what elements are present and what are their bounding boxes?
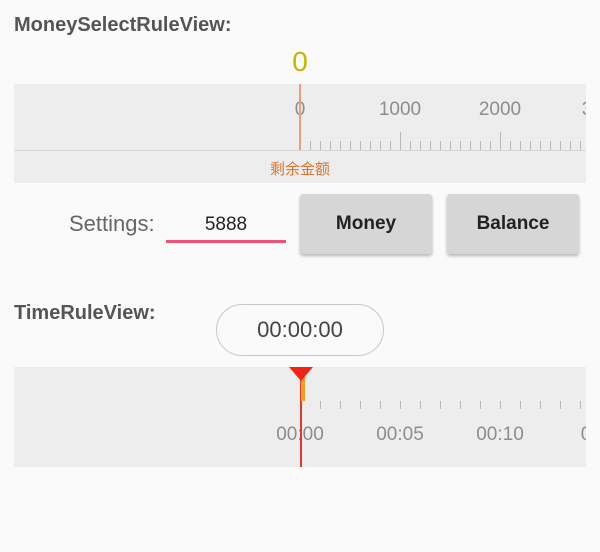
money-ruler-label: 1000 <box>378 99 422 120</box>
money-ruler-tick <box>430 141 431 150</box>
time-ruler-tick <box>480 401 481 409</box>
money-ruler-tick <box>550 141 551 150</box>
money-ruler-tick <box>440 141 441 150</box>
time-display: 00:00:00 <box>216 304 384 356</box>
settings-amount-input[interactable] <box>166 210 286 243</box>
money-ruler-tick <box>520 141 521 150</box>
time-ruler-tick <box>360 401 361 409</box>
money-ruler-tick <box>340 141 341 150</box>
money-ruler[interactable]: 0 1000 2000 3 剩余金额 <box>14 84 586 183</box>
settings-label: Settings: <box>69 211 155 236</box>
money-ruler-baseline <box>14 150 586 151</box>
money-ruler-tick <box>350 141 351 150</box>
money-ruler-tick <box>540 141 541 150</box>
money-ruler-tick <box>370 141 371 150</box>
time-ruler[interactable]: 00:00 00:05 00:10 0 <box>14 367 586 467</box>
money-ruler-tick <box>510 141 511 150</box>
time-ruler-tick <box>380 401 381 409</box>
time-ruler-tick <box>340 401 341 409</box>
money-ruler-tick <box>580 141 581 150</box>
time-ruler-tick <box>420 401 421 409</box>
money-ruler-tick <box>420 141 421 150</box>
money-ruler-tick <box>480 141 481 150</box>
money-indicator-line <box>299 84 301 150</box>
money-ruler-tick <box>360 141 361 150</box>
time-ruler-label: 00:05 <box>376 424 424 445</box>
money-ruler-tick <box>310 141 311 150</box>
time-ruler-tick <box>400 401 401 409</box>
time-ruler-tick <box>560 401 561 409</box>
time-ruler-tick <box>580 401 581 409</box>
money-ruler-tick <box>470 141 471 150</box>
money-current-value: 0 <box>292 46 308 77</box>
money-ruler-tick <box>570 141 571 150</box>
time-ruler-tick <box>540 401 541 409</box>
time-ruler-tick <box>440 401 441 409</box>
time-ruler-tick <box>520 401 521 409</box>
money-ruler-tick <box>400 132 401 150</box>
money-ruler-tick <box>320 141 321 150</box>
money-ruler-tick <box>330 141 331 150</box>
time-ruler-label: 00:10 <box>476 424 524 445</box>
time-ruler-tick <box>460 401 461 409</box>
time-ruler-tick <box>500 401 501 409</box>
time-ruler-tick <box>320 401 321 409</box>
money-rule-title: MoneySelectRuleView: <box>14 14 232 36</box>
money-ruler-label: 2000 <box>478 99 522 120</box>
balance-button[interactable]: Balance <box>447 194 579 254</box>
money-ruler-tick <box>380 141 381 150</box>
money-button[interactable]: Money <box>300 194 432 254</box>
time-pointer-icon <box>289 367 313 381</box>
money-ruler-tick <box>530 141 531 150</box>
time-ruler-label: 0 <box>581 424 586 446</box>
money-ruler-tick <box>390 141 391 150</box>
money-ruler-tick <box>490 141 491 150</box>
money-ruler-tick <box>450 141 451 150</box>
money-ruler-label: 3 <box>582 99 586 121</box>
time-rule-title: TimeRuleView: <box>14 302 156 324</box>
money-caption: 剩余金额 <box>269 161 331 178</box>
money-ruler-tick <box>410 141 411 150</box>
money-ruler-tick <box>560 141 561 150</box>
money-ruler-tick <box>500 132 501 150</box>
money-ruler-tick <box>460 141 461 150</box>
